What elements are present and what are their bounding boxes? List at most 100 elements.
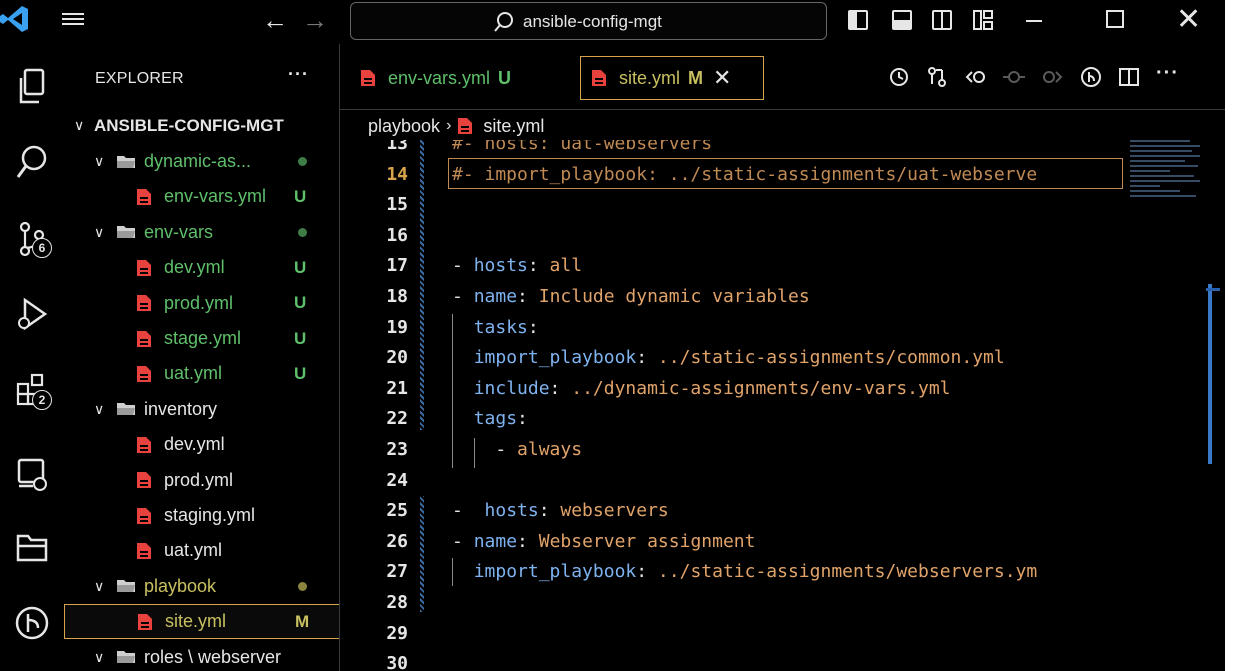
line-number: 17 xyxy=(386,255,408,277)
breadcrumb-folder[interactable]: playbook xyxy=(368,116,440,137)
code-line[interactable]: 28 xyxy=(340,587,1140,618)
code-line[interactable]: 19 tasks: xyxy=(340,312,1140,343)
tab-label: site.yml xyxy=(619,67,681,88)
minimize-icon[interactable] xyxy=(1026,20,1042,22)
vscode-logo-icon xyxy=(0,6,28,32)
code-line[interactable]: 29 xyxy=(340,618,1140,649)
modified-dot-icon xyxy=(298,227,307,237)
modified-dot-icon xyxy=(298,581,307,591)
tree-folder[interactable]: ∨ inventory xyxy=(64,392,339,427)
tree-file[interactable]: site.yml M xyxy=(64,604,339,640)
vertical-scrollbar[interactable] xyxy=(1208,284,1212,464)
tree-folder[interactable]: ∨ roles \ webserver xyxy=(64,640,339,671)
folder-icon[interactable] xyxy=(0,518,64,576)
code-line[interactable]: 24 xyxy=(340,465,1140,496)
chevron-down-icon: ∨ xyxy=(94,648,105,665)
code-line[interactable]: 21 include: ../dynamic-assignments/env-v… xyxy=(340,373,1140,404)
tree-file[interactable]: prod.yml xyxy=(64,463,339,498)
code-text: #- hosts: uat-webservers xyxy=(452,140,713,154)
code-text: tasks: xyxy=(473,316,539,338)
line-number: 16 xyxy=(386,224,408,246)
customize-layout-icon[interactable] xyxy=(972,9,994,31)
code-line[interactable]: 26 - name: Webserver assignment xyxy=(340,526,1140,557)
code-text: include: ../dynamic-assignments/env-vars… xyxy=(473,377,951,399)
tree-file[interactable]: uat.yml xyxy=(64,533,339,568)
folder-open-icon xyxy=(117,155,135,168)
code-text: - name: Webserver assignment xyxy=(452,530,756,552)
explorer-icon[interactable] xyxy=(0,58,64,116)
tab-label: env-vars.yml xyxy=(388,67,491,88)
code-line[interactable]: 25 - hosts: webservers xyxy=(340,495,1140,526)
line-number: 22 xyxy=(386,408,408,430)
code-editor[interactable]: 13 #- hosts: uat-webservers 14 #- import_pl… xyxy=(340,140,1225,671)
code-line[interactable]: 14 #- import_playbook: ../static-assignme… xyxy=(340,159,1140,190)
tree-file[interactable]: stage.yml U xyxy=(64,321,339,356)
code-line[interactable]: 22 tags: xyxy=(340,403,1140,434)
git-status-badge: U xyxy=(294,328,307,348)
line-number: 21 xyxy=(386,377,408,399)
code-text: - always xyxy=(452,439,583,460)
code-line[interactable]: 15 xyxy=(340,189,1140,220)
timeline-icon[interactable] xyxy=(888,66,910,88)
tree-folder[interactable]: ∨ playbook xyxy=(64,569,339,604)
tree-item-label: dev.yml xyxy=(164,434,225,455)
command-center-search[interactable]: ansible-config-mgt xyxy=(350,2,827,40)
tree-item-label: site.yml xyxy=(165,611,227,632)
command-center-text: ansible-config-mgt xyxy=(523,12,662,31)
tree-file[interactable]: prod.yml U xyxy=(64,286,339,321)
git-graph-icon[interactable] xyxy=(0,594,64,652)
minimap[interactable] xyxy=(1130,140,1210,230)
git-status-badge: U xyxy=(294,257,307,277)
code-text: import_playbook: ../static-assignments/w… xyxy=(473,561,1038,583)
code-line[interactable]: 13 #- hosts: uat-webservers xyxy=(340,140,1140,159)
menu-icon[interactable] xyxy=(62,10,84,30)
line-number: 13 xyxy=(386,140,408,154)
chevron-down-icon: ∨ xyxy=(94,153,105,169)
git-lens-icon[interactable] xyxy=(1080,66,1102,88)
code-line[interactable]: 27 import_playbook: ../static-assignment… xyxy=(340,556,1140,587)
code-line[interactable]: 18 - name: Include dynamic variables xyxy=(340,281,1140,312)
go-back-icon[interactable] xyxy=(964,66,988,88)
close-tab-icon[interactable]: ✕ xyxy=(713,65,731,91)
workspace-root[interactable]: ∨ ANSIBLE-CONFIG-MGT xyxy=(64,108,339,143)
code-line[interactable]: 16 xyxy=(340,220,1140,251)
maximize-icon[interactable] xyxy=(1106,10,1124,28)
more-actions-icon[interactable]: ··· xyxy=(1156,62,1179,85)
code-line[interactable]: 30 xyxy=(340,648,1140,671)
code-text: - hosts: webservers xyxy=(452,500,669,522)
code-line[interactable]: 17 - hosts: all xyxy=(340,250,1140,281)
tree-file[interactable]: dev.yml xyxy=(64,427,339,462)
yaml-file-icon xyxy=(361,70,375,86)
code-line[interactable]: 23 - always xyxy=(340,434,1140,465)
yaml-file-icon xyxy=(137,295,151,312)
close-window-icon[interactable]: ✕ xyxy=(1176,2,1201,38)
forward-arrow-icon[interactable]: → xyxy=(302,6,328,34)
code-line[interactable]: 20 import_playbook: ../static-assignment… xyxy=(340,342,1140,373)
back-arrow-icon[interactable]: ← xyxy=(262,6,288,34)
yaml-file-icon xyxy=(137,507,151,524)
toggle-secondary-sidebar-icon[interactable] xyxy=(932,10,952,30)
tree-folder[interactable]: ∨ env-vars xyxy=(64,215,339,250)
extensions-icon[interactable]: 2 xyxy=(0,362,64,420)
breadcrumb-file[interactable]: site.yml xyxy=(483,116,544,137)
yaml-file-icon xyxy=(138,613,152,630)
tree-folder[interactable]: ∨ dynamic-as... xyxy=(64,144,339,179)
remote-explorer-icon[interactable] xyxy=(0,446,64,504)
tree-file[interactable]: uat.yml U xyxy=(64,356,339,391)
toggle-panel-icon[interactable] xyxy=(892,10,912,30)
run-debug-icon[interactable] xyxy=(0,286,64,344)
tree-file[interactable]: dev.yml U xyxy=(64,250,339,285)
toggle-primary-sidebar-icon[interactable] xyxy=(848,10,868,30)
tree-file[interactable]: staging.yml xyxy=(64,498,339,533)
compare-changes-icon[interactable] xyxy=(926,66,948,88)
explorer-title: EXPLORER xyxy=(95,70,184,87)
search-icon[interactable] xyxy=(0,134,64,192)
explorer-more-icon[interactable]: ··· xyxy=(288,64,309,85)
tab-env-vars[interactable]: env-vars.yml U xyxy=(350,56,570,100)
source-control-icon[interactable]: 6 xyxy=(0,210,64,268)
yaml-file-icon xyxy=(137,436,151,453)
git-status-badge: U xyxy=(294,363,307,383)
tree-file[interactable]: env-vars.yml U xyxy=(64,179,339,214)
tab-site[interactable]: site.yml M ✕ xyxy=(580,56,764,100)
split-editor-icon[interactable] xyxy=(1118,66,1140,88)
